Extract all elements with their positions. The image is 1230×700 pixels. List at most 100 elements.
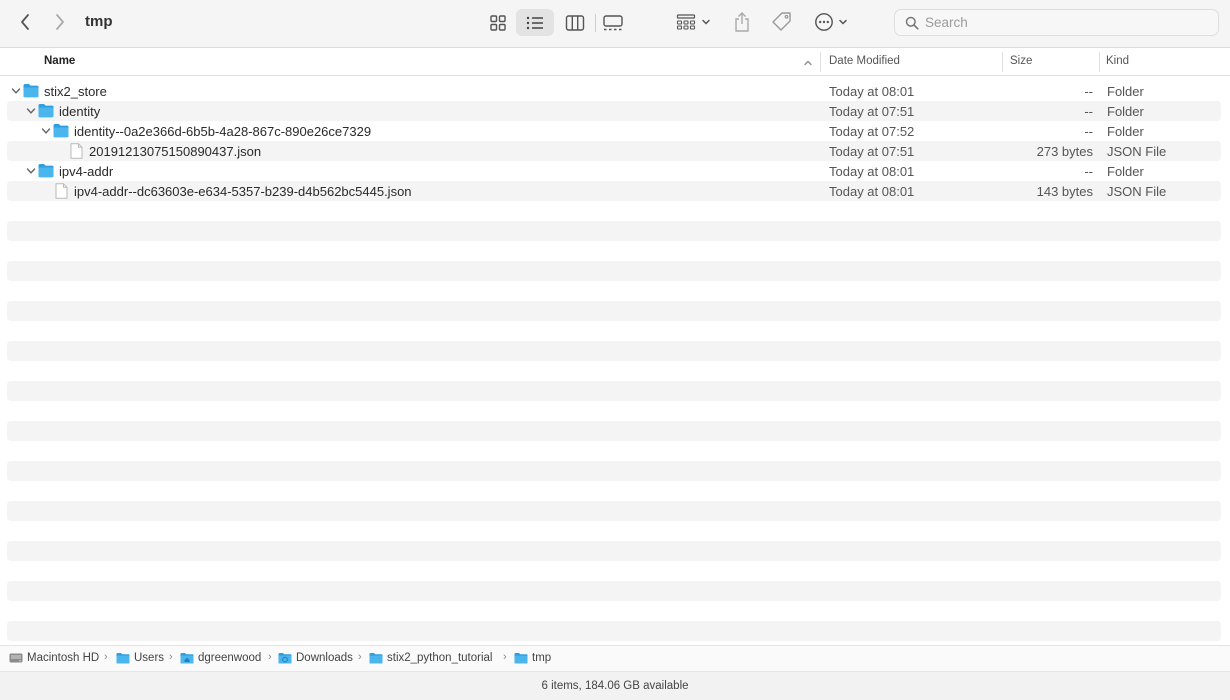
column-kind-header[interactable]: Kind [1106, 55, 1129, 67]
file-size: -- [1084, 84, 1093, 99]
search-icon [905, 16, 919, 30]
column-view-icon [565, 14, 585, 31]
disclosure-expanded-icon[interactable] [10, 85, 22, 97]
file-name: 20191213075150890437.json [89, 144, 262, 159]
path-label: Users [134, 652, 165, 664]
date-modified: Today at 07:51 [829, 104, 915, 119]
table-row[interactable]: ipv4-addr--dc63603e-e634-5357-b239-d4b56… [7, 181, 1221, 201]
file-name: ipv4-addr [59, 164, 114, 179]
status-bar: 6 items, 184.06 GB available [0, 671, 1230, 700]
file-kind: JSON File [1107, 144, 1167, 159]
path-item-downloads[interactable]: Downloads [278, 652, 353, 664]
column-divider[interactable] [820, 52, 821, 72]
chevron-right-icon: › [104, 651, 108, 663]
gallery-view-button[interactable] [594, 9, 632, 36]
disclosure-expanded-icon[interactable] [25, 165, 37, 177]
icon-view-button[interactable] [479, 9, 517, 36]
icon-view-icon [490, 14, 506, 31]
group-button[interactable] [676, 13, 711, 31]
file-size: 143 bytes [1036, 184, 1093, 199]
document-icon [70, 143, 83, 159]
file-name: identity--0a2e366d-6b5b-4a28-867c-890e26… [74, 124, 372, 139]
path-item-tmp[interactable]: tmp [514, 652, 551, 664]
chevron-down-icon [839, 19, 847, 25]
empty-row [7, 341, 1221, 361]
path-item-stix2-python-tutorial[interactable]: stix2_python_tutorial [369, 652, 492, 664]
list-view-button[interactable] [516, 9, 554, 36]
hard-drive-icon [9, 653, 23, 663]
disclosure-expanded-icon[interactable] [40, 125, 52, 137]
table-row[interactable]: stix2_store Today at 08:01 -- Folder [7, 81, 1221, 101]
file-size: -- [1084, 124, 1093, 139]
table-row[interactable]: identity Today at 07:51 -- Folder [7, 101, 1221, 121]
empty-row [7, 301, 1221, 321]
folder-icon [514, 653, 528, 664]
file-name: ipv4-addr--dc63603e-e634-5357-b239-d4b56… [74, 184, 412, 199]
column-date-header[interactable]: Date Modified [829, 55, 900, 67]
chevron-down-icon [702, 19, 710, 25]
search-field[interactable] [894, 9, 1219, 36]
window-title: tmp [85, 13, 113, 30]
disclosure-expanded-icon[interactable] [25, 105, 37, 117]
file-size: 273 bytes [1036, 144, 1093, 159]
empty-row [7, 501, 1221, 521]
forward-button[interactable] [49, 10, 71, 34]
gallery-view-icon [603, 14, 623, 30]
folder-icon [53, 124, 69, 138]
empty-row [7, 541, 1221, 561]
path-label: Downloads [296, 652, 353, 664]
file-size: -- [1084, 164, 1093, 179]
date-modified: Today at 08:01 [829, 84, 915, 99]
chevron-right-icon [56, 14, 64, 30]
column-divider[interactable] [1099, 52, 1100, 72]
more-icon [815, 13, 833, 31]
path-bar: Macintosh HD › Users › dgreenwood › Down… [0, 645, 1230, 671]
table-row[interactable]: identity--0a2e366d-6b5b-4a28-867c-890e26… [7, 121, 1221, 141]
file-name: stix2_store [44, 84, 107, 99]
chevron-right-icon: › [358, 651, 362, 663]
path-item-dgreenwood[interactable]: dgreenwood [180, 652, 261, 664]
group-icon [676, 14, 696, 30]
column-name-header[interactable]: Name [44, 55, 75, 67]
table-row[interactable]: 20191213075150890437.json Today at 07:51… [7, 141, 1221, 161]
chevron-right-icon: › [503, 651, 507, 663]
more-actions-button[interactable] [814, 12, 848, 32]
file-name: identity [59, 104, 101, 119]
folder-icon [23, 84, 39, 98]
column-view-button[interactable] [556, 9, 594, 36]
back-button[interactable] [14, 10, 36, 34]
column-divider[interactable] [1002, 52, 1003, 72]
file-kind: Folder [1107, 124, 1144, 139]
empty-row [7, 581, 1221, 601]
date-modified: Today at 08:01 [829, 164, 915, 179]
home-folder-icon [180, 653, 194, 664]
chevron-left-icon [21, 14, 29, 30]
file-kind: JSON File [1107, 184, 1167, 199]
tag-button[interactable] [771, 11, 793, 36]
empty-row [7, 381, 1221, 401]
share-icon [735, 12, 749, 32]
list-view-icon [526, 16, 543, 29]
search-input[interactable] [925, 15, 1195, 30]
date-modified: Today at 07:51 [829, 144, 915, 159]
chevron-right-icon: › [169, 651, 173, 663]
table-row[interactable]: ipv4-addr Today at 08:01 -- Folder [7, 161, 1221, 181]
chevron-right-icon: › [268, 651, 272, 663]
empty-row [7, 221, 1221, 241]
path-label: stix2_python_tutorial [387, 652, 493, 664]
column-size-header[interactable]: Size [1010, 55, 1032, 67]
file-size: -- [1084, 104, 1093, 119]
column-header: Name Date Modified Size Kind [0, 49, 1230, 76]
sort-ascending-icon[interactable] [803, 58, 813, 68]
file-kind: Folder [1107, 84, 1144, 99]
path-item-macintosh-hd[interactable]: Macintosh HD [9, 652, 99, 664]
folder-icon [369, 653, 383, 664]
empty-row [7, 461, 1221, 481]
folder-icon [38, 164, 54, 178]
share-button[interactable] [733, 11, 751, 36]
tag-icon [772, 12, 791, 31]
path-item-users[interactable]: Users [116, 652, 164, 664]
path-label: Macintosh HD [27, 652, 100, 664]
file-kind: Folder [1107, 164, 1144, 179]
empty-row [7, 421, 1221, 441]
